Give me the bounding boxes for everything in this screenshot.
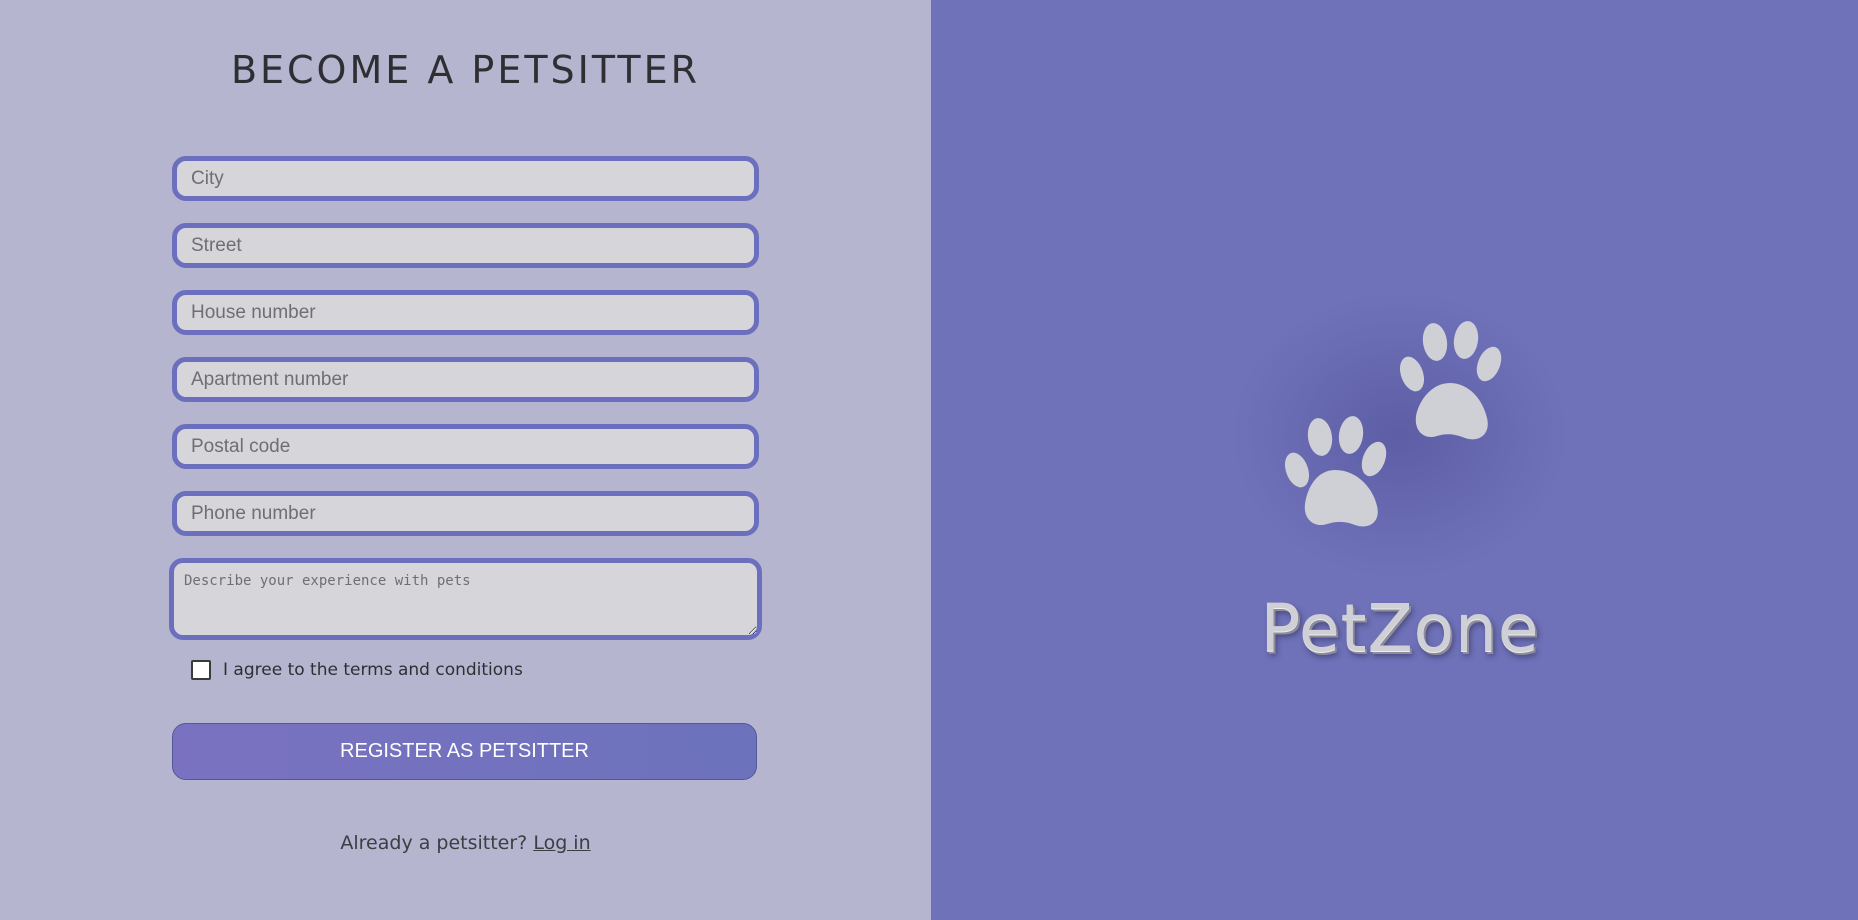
paw-prints-icon <box>1284 321 1502 527</box>
terms-label: I agree to the terms and conditions <box>223 660 523 680</box>
house-number-input[interactable] <box>172 290 759 335</box>
registration-panel: BECOME A PETSITTER I agree to the terms … <box>0 0 931 920</box>
postal-code-input[interactable] <box>172 424 759 469</box>
terms-checkbox[interactable] <box>191 660 211 680</box>
login-prompt-text: Already a petsitter? <box>340 832 528 854</box>
page-title: BECOME A PETSITTER <box>230 48 701 92</box>
brand-name: PetZone <box>1260 590 1540 667</box>
register-button[interactable]: REGISTER AS PETSITTER <box>172 723 757 780</box>
apartment-number-input[interactable] <box>172 357 759 402</box>
phone-number-input[interactable] <box>172 491 759 536</box>
street-input[interactable] <box>172 223 759 268</box>
city-input[interactable] <box>172 156 759 201</box>
login-prompt: Already a petsitter? Log in <box>0 832 931 854</box>
terms-agreement: I agree to the terms and conditions <box>191 659 523 681</box>
experience-textarea[interactable] <box>169 558 762 640</box>
login-link[interactable]: Log in <box>533 832 590 854</box>
